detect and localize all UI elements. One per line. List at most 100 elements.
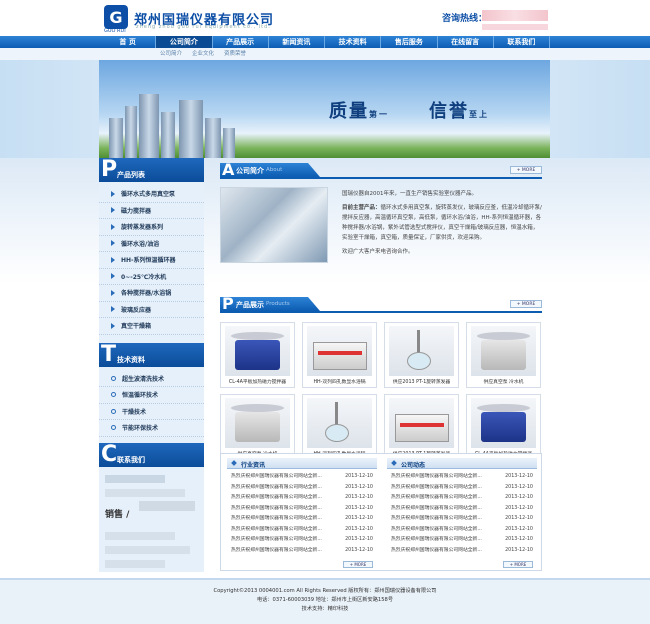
news-item[interactable]: 热烈庆祝郑州国瑞仪器有限公司网站全新... 2013-12-10	[227, 546, 377, 557]
news-date: 2013-12-10	[345, 547, 373, 553]
news-item[interactable]: 热烈庆祝郑州国瑞仪器有限公司网站全新... 2013-12-10	[227, 483, 377, 494]
sidebar-product-item[interactable]: 0~-25℃冷水机	[99, 269, 204, 285]
product-image[interactable]	[225, 326, 290, 376]
logo-icon[interactable]: G	[104, 5, 128, 29]
news-title[interactable]: 热烈庆祝郑州国瑞仪器有限公司网站全新...	[231, 514, 341, 525]
nav-item-0[interactable]: 首 页	[100, 36, 157, 48]
sidebar-product-item[interactable]: 各种搅拌器/水浴锅	[99, 285, 204, 302]
sidebar-tech-item[interactable]: 超生波清洗技术	[99, 371, 204, 387]
news-title[interactable]: 热烈庆祝郑州国瑞仪器有限公司网站全新...	[391, 535, 501, 546]
news-item[interactable]: 热烈庆祝郑州国瑞仪器有限公司网站全新... 2013-12-10	[227, 472, 377, 483]
product-card[interactable]: 供应2013 PT-1旋转蒸发器	[384, 322, 459, 388]
nav-item-4[interactable]: 技术资料	[325, 36, 382, 48]
nav-item-7[interactable]: 联系我们	[494, 36, 550, 48]
news-title[interactable]: 热烈庆祝郑州国瑞仪器有限公司网站全新...	[231, 525, 341, 536]
product-image[interactable]	[225, 398, 290, 448]
news-title[interactable]: 热烈庆祝郑州国瑞仪器有限公司网站全新...	[231, 483, 341, 494]
news-title[interactable]: 热烈庆祝郑州国瑞仪器有限公司网站全新...	[391, 525, 501, 536]
product-name[interactable]: 供应2013 PT-1旋转蒸发器	[385, 378, 458, 385]
banner-image: 质量第一 信誉至上	[99, 60, 550, 158]
footer-support: 技术支持：精印科技	[301, 606, 349, 612]
product-image[interactable]	[389, 398, 454, 448]
main-content: A 公司简介 About + MORE 国瑞仪器自2001年来，一直生产销售实验…	[220, 160, 542, 571]
sidebar-product-item[interactable]: 循环水式多用真空泵	[99, 186, 204, 203]
sidebar-tech-item[interactable]: 恒温循环技术	[99, 387, 204, 404]
news-item[interactable]: 热烈庆祝郑州国瑞仪器有限公司网站全新... 2013-12-10	[227, 493, 377, 504]
news-item[interactable]: 热烈庆祝郑州国瑞仪器有限公司网站全新... 2013-12-10	[387, 514, 537, 525]
news-item[interactable]: 热烈庆祝郑州国瑞仪器有限公司网站全新... 2013-12-10	[227, 525, 377, 536]
news-item[interactable]: 热烈庆祝郑州国瑞仪器有限公司网站全新... 2013-12-10	[387, 504, 537, 515]
product-card[interactable]: 供应真空泵 冷水机	[220, 394, 295, 460]
sidebar-product-item[interactable]: 玻璃反应器	[99, 302, 204, 318]
subnav-item-2[interactable]: 资质荣誉	[224, 48, 246, 60]
news-title[interactable]: 热烈庆祝郑州国瑞仪器有限公司网站全新...	[391, 504, 501, 515]
nav-item-3[interactable]: 新闻资讯	[269, 36, 325, 48]
product-card[interactable]: HH-双列四孔数显水浴锅	[302, 322, 377, 388]
products-list-header: P 产品列表	[99, 158, 204, 182]
footer-contact: 电话：0371-60003039 地址：郑州市上街区新安路158号	[256, 597, 394, 603]
nav-item-6[interactable]: 在线留言	[438, 36, 494, 48]
sidebar-product-item[interactable]: 旋转蒸发器系列	[99, 219, 204, 236]
news-title[interactable]: 热烈庆祝郑州国瑞仪器有限公司网站全新...	[391, 514, 501, 525]
product-name[interactable]: CL-4A平板加热磁力搅拌器	[221, 378, 294, 385]
product-image[interactable]	[471, 398, 536, 448]
news-item[interactable]: 热烈庆祝郑州国瑞仪器有限公司网站全新... 2013-12-10	[387, 525, 537, 536]
sidebar-product-label: 0~-25℃冷水机	[121, 273, 167, 281]
news-title[interactable]: 热烈庆祝郑州国瑞仪器有限公司网站全新...	[231, 493, 341, 504]
news-title[interactable]: 热烈庆祝郑州国瑞仪器有限公司网站全新...	[231, 472, 341, 483]
news-item[interactable]: 热烈庆祝郑州国瑞仪器有限公司网站全新... 2013-12-10	[227, 504, 377, 515]
news-item[interactable]: 热烈庆祝郑州国瑞仪器有限公司网站全新... 2013-12-10	[387, 535, 537, 546]
news-title[interactable]: 热烈庆祝郑州国瑞仪器有限公司网站全新...	[231, 504, 341, 515]
news-title[interactable]: 热烈庆祝郑州国瑞仪器有限公司网站全新...	[391, 546, 501, 557]
about-more-button[interactable]: + MORE	[510, 166, 542, 174]
product-card[interactable]: CL-4A平板加热磁力搅拌器	[466, 394, 541, 460]
subnav-item-1[interactable]: 企业文化	[192, 48, 214, 60]
sub-nav: 公司简介 企业文化 资质荣誉	[0, 48, 650, 60]
news-date: 2013-12-10	[345, 495, 373, 500]
sidebar-product-label: 循环水浴/油浴	[121, 240, 160, 248]
product-card[interactable]: 供应真空泵 冷水机	[466, 322, 541, 388]
product-card[interactable]: 供应2013 PT-1旋转蒸发器	[384, 394, 459, 460]
sidebar-tech-item[interactable]: 干燥技术	[99, 404, 204, 420]
news-date: 2013-12-10	[505, 495, 533, 500]
about-title: 公司简介	[236, 167, 264, 175]
nav-item-2[interactable]: 产品展示	[213, 36, 269, 48]
news-item[interactable]: 热烈庆祝郑州国瑞仪器有限公司网站全新... 2013-12-10	[387, 483, 537, 494]
product-image[interactable]	[471, 326, 536, 376]
product-image[interactable]	[307, 326, 372, 376]
nav-item-5[interactable]: 售后服务	[381, 36, 438, 48]
sidebar-product-item[interactable]: 循环水浴/油浴	[99, 236, 204, 252]
news-item[interactable]: 热烈庆祝郑州国瑞仪器有限公司网站全新... 2013-12-10	[387, 546, 537, 557]
about-paragraph-1: 国瑞仪器自2001年来，一直生产销售实验室仪器产品。	[342, 191, 477, 197]
news-title[interactable]: 热烈庆祝郑州国瑞仪器有限公司网站全新...	[231, 535, 341, 546]
news-item[interactable]: 热烈庆祝郑州国瑞仪器有限公司网站全新... 2013-12-10	[387, 472, 537, 483]
arrow-icon	[111, 223, 115, 230]
sidebar-tech-item[interactable]: 节能环保技术	[99, 420, 204, 437]
news-title[interactable]: 热烈庆祝郑州国瑞仪器有限公司网站全新...	[391, 472, 501, 483]
product-name[interactable]: HH-双列四孔数显水浴锅	[303, 378, 376, 385]
bath-device-icon	[395, 414, 449, 442]
company-more-button[interactable]: + MORE	[503, 561, 533, 568]
news-title[interactable]: 热烈庆祝郑州国瑞仪器有限公司网站全新...	[391, 483, 501, 494]
sidebar-product-label: 玻璃反应器	[121, 306, 152, 314]
products-more-button[interactable]: + MORE	[510, 300, 542, 308]
product-image[interactable]	[389, 326, 454, 376]
product-card[interactable]: HH-双列四孔数显水浴锅	[302, 394, 377, 460]
stirrer-device-icon	[477, 404, 530, 442]
news-title[interactable]: 热烈庆祝郑州国瑞仪器有限公司网站全新...	[231, 546, 341, 557]
subnav-item-0[interactable]: 公司简介	[160, 48, 182, 60]
nav-item-1[interactable]: 公司简介	[156, 36, 213, 48]
product-image[interactable]	[307, 398, 372, 448]
industry-more-button[interactable]: + MORE	[343, 561, 373, 568]
evaporator-device-icon	[325, 402, 349, 442]
products-list-title: 产品列表	[117, 171, 145, 179]
news-title[interactable]: 热烈庆祝郑州国瑞仪器有限公司网站全新...	[391, 493, 501, 504]
sidebar-product-item[interactable]: 真空干燥箱	[99, 318, 204, 335]
sidebar-product-item[interactable]: HH-系列恒温循环器	[99, 252, 204, 269]
product-name[interactable]: 供应真空泵 冷水机	[467, 378, 540, 385]
news-item[interactable]: 热烈庆祝郑州国瑞仪器有限公司网站全新... 2013-12-10	[387, 493, 537, 504]
news-item[interactable]: 热烈庆祝郑州国瑞仪器有限公司网站全新... 2013-12-10	[227, 535, 377, 546]
product-card[interactable]: CL-4A平板加热磁力搅拌器	[220, 322, 295, 388]
news-item[interactable]: 热烈庆祝郑州国瑞仪器有限公司网站全新... 2013-12-10	[227, 514, 377, 525]
sidebar-product-item[interactable]: 磁力搅拌器	[99, 203, 204, 219]
